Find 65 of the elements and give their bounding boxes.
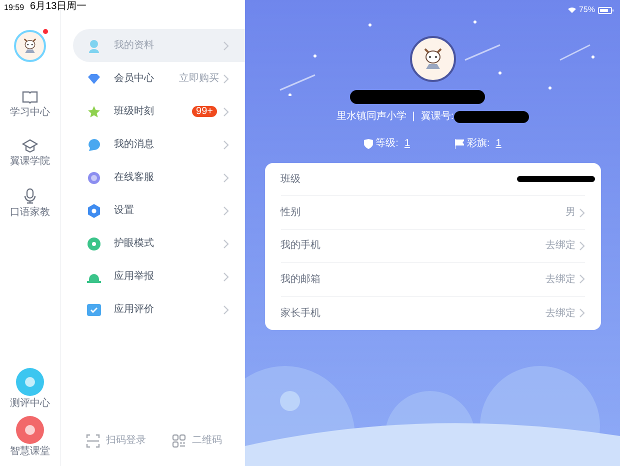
- qr-code-icon: [172, 434, 186, 448]
- menu-item[interactable]: 会员中心 立即购买: [73, 62, 245, 95]
- buy-now-hint: 立即购买: [179, 72, 219, 86]
- detail-label: 班级: [280, 172, 300, 187]
- settings-icon: [87, 204, 101, 218]
- person-icon: [87, 38, 101, 52]
- battery-percent: 75%: [578, 4, 595, 16]
- rail-item[interactable]: 翼课学院: [10, 156, 50, 168]
- flag-icon: [455, 138, 464, 148]
- detail-label: 性别: [280, 206, 300, 220]
- rail-item[interactable]: 智慧课堂: [10, 446, 50, 458]
- stat-label: 彩旗:: [467, 136, 490, 151]
- stat-label: 等级:: [376, 137, 398, 151]
- menu-item[interactable]: 班级时刻 99+: [73, 95, 245, 128]
- user-avatar[interactable]: [14, 30, 46, 62]
- battery-icon: [598, 6, 614, 14]
- diamond-icon: [87, 72, 101, 84]
- menu-item[interactable]: 我的消息: [73, 128, 245, 161]
- scan-icon: [86, 434, 100, 448]
- detail-value[interactable]: 去绑定: [546, 238, 576, 254]
- detail-value[interactable]: 去绑定: [546, 306, 576, 321]
- rail-item[interactable]: 口语家教: [10, 207, 50, 219]
- menu-item[interactable]: 护眼模式: [73, 227, 245, 260]
- chevron-icon: [223, 172, 229, 182]
- separator: |: [412, 110, 415, 124]
- count-badge: 99+: [192, 106, 217, 117]
- chevron-icon: [578, 208, 584, 218]
- menu-item[interactable]: 应用评价: [73, 293, 245, 326]
- wifi-icon: [568, 7, 576, 13]
- rating-icon: [87, 304, 101, 316]
- menu-item[interactable]: 应用举报: [73, 260, 245, 293]
- account-id-label: 翼课号:: [420, 110, 454, 124]
- chevron-icon: [223, 304, 229, 314]
- status-time: 19:59: [4, 2, 24, 14]
- rail-item[interactable]: 测评中心: [10, 398, 50, 410]
- rail-item[interactable]: 学习中心: [10, 107, 50, 119]
- chevron-icon: [578, 308, 584, 318]
- school-name: 里水镇同声小学: [336, 110, 406, 124]
- shield-icon: [364, 138, 373, 148]
- qr-code-button[interactable]: 二维码: [172, 433, 222, 448]
- microphone-icon: [23, 188, 37, 204]
- detail-value[interactable]: 去绑定: [546, 272, 576, 287]
- scan-login-button[interactable]: 扫码登录: [86, 433, 146, 448]
- status-date: 6月13日周一: [30, 1, 87, 14]
- chevron-icon: [578, 240, 584, 251]
- detail-label: 我的手机: [280, 238, 320, 254]
- star-icon: [87, 104, 101, 118]
- stat-value[interactable]: 1: [404, 136, 410, 151]
- detail-value[interactable]: 男: [566, 205, 576, 220]
- stat-value[interactable]: 1: [496, 136, 502, 151]
- detail-label: 我的邮箱: [280, 272, 320, 287]
- chevron-icon: [223, 106, 229, 116]
- menu-item[interactable]: 设置: [73, 194, 245, 227]
- chevron-icon: [223, 272, 229, 282]
- menu-item[interactable]: 在线客服: [73, 161, 245, 194]
- chevron-icon: [223, 206, 229, 216]
- chevron-icon: [223, 140, 229, 150]
- book-icon: [22, 90, 38, 104]
- chevron-icon: [223, 74, 229, 84]
- chevron-icon: [223, 40, 229, 50]
- detail-label: 家长手机: [280, 306, 320, 321]
- chevron-icon: [223, 238, 229, 248]
- chat-bubble-icon: [87, 138, 101, 152]
- graduation-cap-icon: [22, 139, 38, 153]
- chevron-icon: [578, 274, 584, 284]
